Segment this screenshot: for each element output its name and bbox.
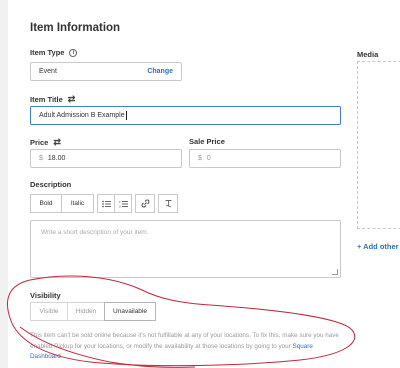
sale-price-placeholder: 0 (206, 155, 211, 162)
item-title-input[interactable]: Adult Admission B Example (30, 106, 341, 125)
item-type-value: Event (39, 68, 57, 75)
price-value: 18.00 (47, 155, 66, 162)
description-placeholder: Write a short description of your item. (41, 229, 149, 236)
link-button[interactable] (135, 194, 155, 213)
italic-button[interactable]: Italic (61, 194, 94, 213)
item-title-label: Item Title (30, 95, 63, 104)
clear-format-icon (165, 200, 171, 208)
link-icon (141, 199, 149, 208)
svg-text:2: 2 (119, 204, 121, 208)
sale-price-input[interactable]: $ 0 (189, 149, 341, 168)
price-currency: $ (39, 155, 43, 162)
left-gutter (0, 0, 8, 368)
section-title: Item Information (30, 22, 121, 34)
info-icon[interactable]: i (69, 48, 78, 57)
item-title-value: Adult Admission B Example (39, 112, 125, 119)
visibility-label: Visibility (30, 291, 61, 300)
item-type-label-row: Item Type i (30, 48, 78, 57)
item-type-label: Item Type (30, 48, 65, 57)
bullet-list-icon (101, 200, 111, 207)
sale-price-label: Sale Price (189, 137, 225, 146)
visibility-note: This item can't be sold online because i… (30, 331, 346, 363)
numbered-list-icon: 12 (119, 200, 128, 208)
media-dropzone[interactable] (357, 61, 400, 229)
price-swap-icon[interactable]: ⇄ (53, 137, 61, 148)
sale-price-currency: $ (198, 155, 202, 162)
numbered-list-button[interactable]: 12 (114, 194, 132, 213)
rich-text-toolbar: Bold Italic 12 (30, 194, 178, 213)
item-editor-card: Item Information Item Type i Event Chang… (0, 0, 400, 368)
price-label-row: Price ⇄ (30, 137, 61, 148)
change-item-type-button[interactable]: Change (147, 68, 173, 75)
description-textarea[interactable]: Write a short description of your item. (30, 220, 341, 278)
text-cursor (125, 111, 127, 120)
item-type-field: Event Change (30, 62, 182, 81)
description-label: Description (30, 180, 72, 189)
visibility-option-visible[interactable]: Visible (30, 302, 68, 321)
price-label: Price (30, 138, 49, 147)
item-title-label-row: Item Title ⇄ (30, 94, 75, 105)
visibility-selector: Visible Hidden Unavailable (30, 302, 156, 321)
visibility-option-hidden[interactable]: Hidden (67, 302, 105, 321)
svg-text:1: 1 (119, 200, 121, 204)
price-input[interactable]: $ 18.00 (30, 149, 182, 168)
visibility-option-unavailable[interactable]: Unavailable (104, 302, 156, 321)
clear-format-button[interactable] (158, 194, 178, 213)
bullet-list-button[interactable] (97, 194, 115, 213)
resize-handle-icon[interactable] (332, 269, 338, 275)
add-other-media-button[interactable]: + Add other (357, 242, 399, 251)
visibility-note-suffix: . (60, 353, 63, 360)
media-label: Media (357, 50, 379, 59)
bold-button[interactable]: Bold (30, 194, 62, 213)
swap-icon[interactable]: ⇄ (68, 94, 76, 105)
